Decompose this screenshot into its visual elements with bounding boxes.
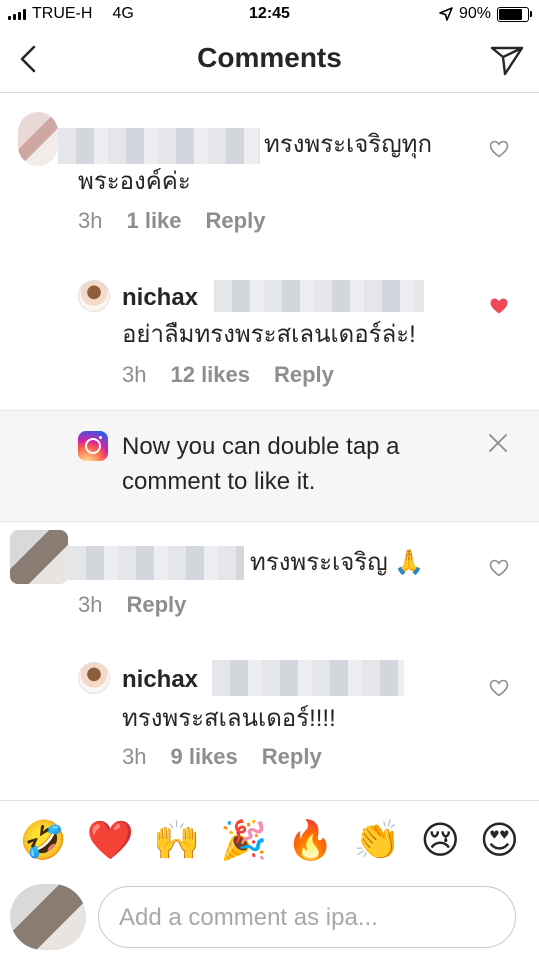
- comment-time: 3h: [78, 208, 103, 233]
- likes-count[interactable]: 1 like: [126, 208, 181, 234]
- comment-text: ทรงพระสเลนเดอร์!!!!: [122, 705, 336, 732]
- emoji-fire-button[interactable]: 🔥: [287, 822, 334, 860]
- battery-level: [499, 8, 523, 20]
- avatar[interactable]: [18, 112, 58, 166]
- avatar[interactable]: [10, 530, 68, 584]
- heart-outline-icon: [489, 140, 509, 158]
- comment-meta: 3h 9 likes Reply: [122, 744, 322, 770]
- comment-input[interactable]: [117, 903, 501, 933]
- comment-text: ทรงพระเจริญ 🙏: [250, 549, 425, 576]
- avatar[interactable]: [78, 662, 110, 694]
- like-button[interactable]: [489, 679, 509, 702]
- comment-composer: [98, 886, 516, 948]
- username[interactable]: nichax: [122, 666, 198, 694]
- header: Comments: [0, 30, 539, 93]
- emoji-heart-button[interactable]: ❤️: [87, 822, 134, 860]
- instagram-icon: [78, 431, 108, 461]
- tip-text: Now you can double tap a comment to like…: [122, 433, 400, 495]
- comment-text: อย่าลืมทรงพระสเลนเดอร์ล่ะ!: [122, 321, 416, 348]
- heart-outline-icon: [489, 559, 509, 577]
- emoji-cry-button[interactable]: 😢: [421, 822, 461, 860]
- username-redacted[interactable]: [68, 546, 244, 580]
- current-user-avatar: [10, 884, 86, 950]
- location-arrow-icon: [439, 7, 453, 21]
- redacted-text: [212, 660, 404, 696]
- emoji-raised-hands-button[interactable]: 🙌: [153, 822, 200, 860]
- emoji-rofl-button[interactable]: 🤣: [20, 822, 67, 860]
- reply-button[interactable]: Reply: [126, 592, 186, 618]
- emoji-clap-button[interactable]: 👏: [354, 822, 401, 860]
- direct-share-button[interactable]: [489, 42, 525, 78]
- heart-outline-icon: [489, 679, 509, 697]
- emoji-party-button[interactable]: 🎉: [220, 822, 267, 860]
- page-title: Comments: [197, 42, 342, 73]
- comment-text: ทรงพระเจริญทุกพระองค์ค่ะ: [78, 131, 432, 195]
- comment-meta: 3h 1 like Reply: [78, 208, 265, 234]
- comment-meta: 3h 12 likes Reply: [122, 362, 334, 388]
- reply-button[interactable]: Reply: [274, 362, 334, 388]
- comment-meta: 3h Reply: [78, 592, 186, 618]
- comment-time: 3h: [78, 592, 103, 617]
- like-button[interactable]: [489, 297, 509, 320]
- emoji-heart-eyes-button[interactable]: 😍: [480, 822, 520, 860]
- battery-percent: 90%: [458, 5, 491, 22]
- heart-filled-icon: [490, 298, 508, 314]
- reply-button[interactable]: Reply: [206, 208, 266, 234]
- comment-time: 3h: [122, 362, 147, 387]
- close-button[interactable]: [488, 433, 508, 458]
- comment-time: 3h: [122, 744, 147, 769]
- status-bar: TRUE-H 4G 12:45 90%: [0, 0, 539, 30]
- tip-banner: Now you can double tap a comment to like…: [0, 410, 539, 522]
- like-button[interactable]: [489, 559, 509, 582]
- reply-button[interactable]: Reply: [262, 744, 322, 770]
- close-icon: [489, 434, 507, 452]
- username[interactable]: nichax: [122, 284, 198, 312]
- likes-count[interactable]: 12 likes: [170, 362, 250, 388]
- emoji-bar: 🤣 ❤️ 🙌 🎉 🔥 👏 😢 😍: [0, 800, 539, 880]
- like-button[interactable]: [489, 140, 509, 163]
- likes-count[interactable]: 9 likes: [170, 744, 237, 770]
- redacted-text: [214, 280, 424, 312]
- battery-icon: [497, 6, 532, 22]
- paper-plane-icon: [490, 46, 524, 76]
- avatar[interactable]: [78, 280, 110, 312]
